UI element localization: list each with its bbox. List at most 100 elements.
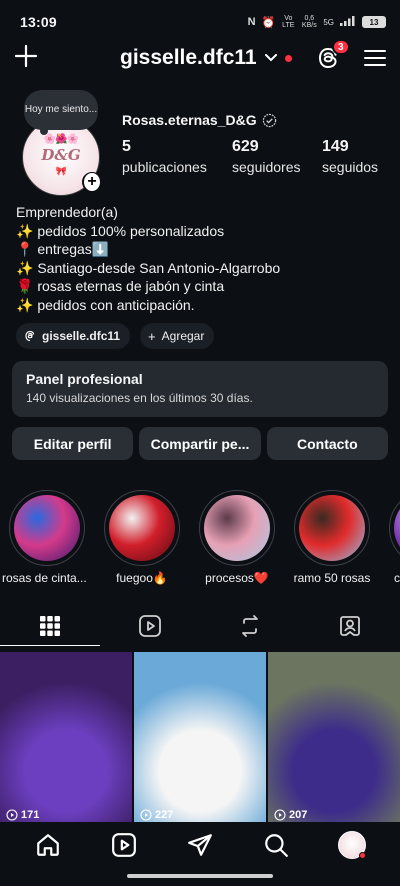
- nav-home[interactable]: [28, 825, 68, 865]
- net-speed-unit: KB/s: [301, 22, 317, 29]
- share-profile-button[interactable]: Compartir pe...: [139, 427, 261, 460]
- play-icon: [6, 809, 18, 821]
- stat-value: 5: [122, 138, 131, 155]
- highlight-ring: [9, 490, 85, 566]
- chevron-down-icon[interactable]: [264, 51, 277, 65]
- tab-tagged[interactable]: [300, 606, 400, 646]
- status-time: 13:09: [20, 14, 57, 30]
- pro-panel-title: Panel profesional: [26, 371, 143, 387]
- threads-button[interactable]: 3: [316, 39, 350, 70]
- bio-line: 📍 entregas⬇️: [16, 241, 110, 257]
- threads-profile-chip[interactable]: gisselle.dfc11: [16, 323, 131, 349]
- stat-posts[interactable]: 5 publicaciones: [122, 138, 216, 175]
- play-icon: [140, 809, 152, 821]
- highlight-ring: [199, 490, 275, 566]
- bottom-navigation: [0, 822, 400, 868]
- nav-search[interactable]: [256, 825, 296, 865]
- stat-following[interactable]: 149 seguidos: [322, 138, 386, 175]
- post-views-count: 171: [21, 809, 40, 821]
- highlight-cover: [299, 495, 365, 561]
- post-thumbnail[interactable]: 171: [0, 652, 132, 822]
- note-bubble[interactable]: Hoy me siento...: [24, 90, 98, 135]
- avatar-logo: D&G: [41, 145, 81, 164]
- alarm-icon: ⏰: [261, 16, 276, 29]
- home-indicator: [127, 874, 273, 878]
- stat-label: seguidos: [322, 159, 379, 175]
- search-icon: [265, 834, 288, 857]
- tab-reposts[interactable]: [200, 606, 300, 646]
- pro-panel-subtitle: 140 visualizaciones en los últimos 30 dí…: [26, 391, 253, 405]
- highlight-label: ramo 50 rosas: [293, 571, 371, 585]
- profile-stats: 5 publicaciones 629 seguidores 149 segui…: [122, 138, 386, 175]
- posts-grid: 171 227 207: [0, 652, 400, 822]
- post-thumbnail[interactable]: 227: [134, 652, 266, 822]
- nfc-icon: N: [247, 16, 256, 28]
- story-highlights: rosas de cinta... fuegoo🔥 procesos❤️ ram…: [0, 490, 400, 590]
- bio-line: ✨ pedidos 100% personalizados: [16, 222, 225, 239]
- tab-posts[interactable]: [0, 606, 100, 646]
- status-icons: N ⏰ Vo LTE 0,6 KB/s 5G 13: [248, 15, 386, 29]
- stat-followers[interactable]: 629 seguidores: [232, 138, 306, 175]
- plus-icon: [14, 44, 38, 68]
- lte-label: Vo LTE: [282, 15, 295, 29]
- plus-icon: +: [148, 328, 156, 344]
- nav-direct[interactable]: [180, 825, 220, 865]
- bio-line: ✨ Santiago-desde San Antonio-Algarrobo: [16, 259, 281, 276]
- highlight-item[interactable]: procesos❤️: [198, 490, 276, 585]
- battery-indicator: 13: [362, 16, 386, 28]
- highlight-item[interactable]: c: [388, 490, 400, 585]
- highlight-label: rosas de cinta...: [2, 571, 87, 585]
- menu-line: [364, 64, 386, 66]
- notification-dot: [359, 852, 366, 859]
- nav-reels[interactable]: [104, 825, 144, 865]
- add-story-button[interactable]: +: [82, 172, 102, 192]
- highlight-label: c: [394, 571, 400, 585]
- profile-bio: Emprendedor(a) ✨ pedidos 100% personaliz…: [16, 203, 386, 314]
- menu-button[interactable]: [364, 50, 386, 66]
- highlight-cover: [394, 495, 400, 561]
- highlight-ring: [389, 490, 400, 566]
- account-switcher-username[interactable]: gisselle.dfc11: [120, 46, 257, 70]
- bio-line: ✨ pedidos con anticipación.: [16, 296, 195, 313]
- professional-dashboard[interactable]: Panel profesional 140 visualizaciones en…: [12, 361, 388, 417]
- home-icon: [37, 834, 59, 856]
- net-speed: 0,6 KB/s: [301, 15, 317, 29]
- highlight-item[interactable]: rosas de cinta...: [2, 490, 87, 585]
- contact-button[interactable]: Contacto: [266, 427, 388, 460]
- edit-profile-button[interactable]: Editar perfil: [12, 427, 134, 460]
- reels-icon: [112, 833, 136, 857]
- bio-line: Emprendedor(a): [16, 204, 118, 220]
- highlight-item[interactable]: fuegoo🔥: [103, 490, 181, 585]
- threads-icon: [25, 330, 35, 342]
- add-link-chip[interactable]: + Agregar: [140, 323, 215, 349]
- highlight-item[interactable]: ramo 50 rosas: [293, 490, 371, 585]
- avatar-flowers-icon: 🌸🌺🌸: [43, 133, 79, 145]
- notification-dot: [284, 54, 292, 62]
- create-button[interactable]: [14, 44, 40, 72]
- highlight-cover: [109, 495, 175, 561]
- verified-icon: [262, 113, 277, 128]
- direct-icon: [188, 834, 212, 856]
- highlight-ring: [294, 490, 370, 566]
- profile-top-bar: gisselle.dfc11 3: [0, 36, 400, 80]
- profile-actions: Editar perfil Compartir pe... Contacto: [12, 427, 388, 460]
- highlight-cover: [14, 495, 80, 561]
- threads-handle: gisselle.dfc11: [42, 329, 121, 343]
- nav-profile[interactable]: [332, 825, 372, 865]
- stat-value: 629: [232, 138, 259, 155]
- play-icon: [274, 809, 286, 821]
- net-speed-value: 0,6: [304, 15, 315, 22]
- bio-line: 🌹 rosas eternas de jabón y cinta: [16, 278, 225, 294]
- tagged-icon: [340, 616, 360, 636]
- menu-line: [364, 50, 386, 52]
- highlight-cover: [204, 495, 270, 561]
- reels-icon: [139, 615, 161, 637]
- add-link-label: Agregar: [161, 329, 205, 343]
- post-thumbnail[interactable]: 207: [268, 652, 400, 822]
- tab-reels[interactable]: [100, 606, 200, 646]
- signal-icon: [340, 16, 356, 28]
- grid-icon: [40, 616, 60, 636]
- reposts-icon: [242, 615, 258, 637]
- stat-value: 149: [322, 138, 349, 155]
- highlight-label: procesos❤️: [205, 571, 269, 585]
